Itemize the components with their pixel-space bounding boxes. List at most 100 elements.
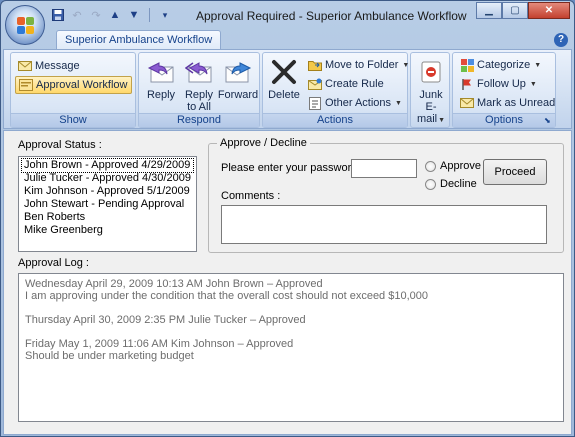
- other-actions-icon: [308, 96, 322, 110]
- customize-qat-icon[interactable]: ▾: [158, 8, 172, 22]
- dropdown-arrow-icon: ▼: [395, 99, 402, 107]
- list-item[interactable]: Kim Johnson - Approved 5/1/2009: [22, 185, 193, 198]
- radio-circle-icon: [425, 178, 436, 190]
- forward-button[interactable]: Forward: [217, 57, 259, 101]
- minimize-button[interactable]: ▁: [476, 2, 502, 19]
- title-bar: ↶ ↷ ▲ ▼ ▾ Approval Required - Superior A…: [1, 1, 574, 45]
- folder-move-icon: [308, 58, 322, 72]
- other-actions-button[interactable]: Other Actions ▼: [305, 94, 405, 112]
- junk-label-line1: Junk: [419, 89, 443, 101]
- dropdown-arrow-icon: ▼: [438, 117, 446, 124]
- envelope-icon: [18, 59, 32, 73]
- log-entry-header: Wednesday April 29, 2009 10:13 AM John B…: [25, 278, 323, 290]
- window-title: Approval Required - Superior Ambulance W…: [196, 9, 467, 23]
- list-item[interactable]: John Stewart - Pending Approval: [22, 198, 193, 211]
- approval-status-list[interactable]: John Brown - Approved 4/29/2009 Julie Tu…: [18, 156, 197, 252]
- create-rule-button[interactable]: Create Rule: [305, 75, 387, 93]
- proceed-button[interactable]: Proceed: [483, 159, 547, 185]
- workflow-icon: [19, 78, 33, 92]
- reply-all-label-line1: Reply: [184, 89, 214, 101]
- reply-all-button[interactable]: Reply to All: [181, 57, 217, 113]
- delete-label: Delete: [268, 89, 300, 101]
- qat-separator: [149, 8, 150, 22]
- approval-log-area[interactable]: Wednesday April 29, 2009 10:13 AM John B…: [18, 273, 564, 422]
- log-spacer: [25, 302, 557, 314]
- quick-access-toolbar: ↶ ↷ ▲ ▼ ▾: [51, 8, 172, 22]
- window-controls: ▁ ▢ ✕: [476, 2, 570, 19]
- categorize-icon: [460, 58, 474, 72]
- group-show-label: Show: [11, 113, 135, 127]
- message-label: Message: [35, 60, 80, 72]
- group-actions: Delete Move to Folder ▼ Create Rule Othe…: [262, 52, 409, 128]
- follow-up-button[interactable]: Follow Up ▼: [457, 75, 540, 93]
- log-entry-body: Should be under marketing budget: [25, 350, 194, 362]
- office-logo-icon: [17, 17, 35, 35]
- approve-decline-legend: Approve / Decline: [217, 137, 310, 149]
- tab-superior-ambulance-workflow[interactable]: Superior Ambulance Workflow: [56, 30, 222, 50]
- approve-label: Approve: [440, 160, 481, 172]
- dropdown-arrow-icon: ▼: [529, 80, 537, 88]
- maximize-button[interactable]: ▢: [502, 2, 528, 19]
- list-item[interactable]: Mike Greenberg: [22, 224, 193, 237]
- decline-label: Decline: [440, 178, 477, 190]
- group-show: Message Approval Workflow Show: [10, 52, 136, 128]
- log-entry-header: Friday May 1, 2009 11:06 AM Kim Johnson …: [25, 338, 294, 350]
- junk-email-icon: [416, 57, 446, 87]
- minimize-icon: ▁: [485, 5, 493, 16]
- list-item[interactable]: Ben Roberts: [22, 211, 193, 224]
- reply-icon: [146, 57, 176, 87]
- radio-circle-icon: [425, 160, 436, 172]
- form-content: Approval Status : John Brown - Approved …: [3, 130, 572, 435]
- comments-field[interactable]: [221, 205, 547, 244]
- close-icon: ✕: [544, 5, 554, 16]
- decline-radio[interactable]: Decline: [425, 178, 477, 190]
- junk-email-label: E-mail: [416, 101, 438, 125]
- approval-status-label: Approval Status :: [18, 139, 102, 151]
- group-options-label: Options: [453, 113, 555, 127]
- junk-email-button[interactable]: Junk E-mail▼: [413, 57, 449, 127]
- save-icon[interactable]: [51, 8, 65, 22]
- junk-label-line2: E-mail▼: [413, 101, 449, 127]
- password-input[interactable]: [351, 159, 417, 178]
- reply-label: Reply: [146, 89, 176, 101]
- group-respond-label: Respond: [139, 113, 259, 127]
- dropdown-arrow-icon: ▼: [402, 61, 410, 69]
- approve-radio[interactable]: Approve: [425, 160, 481, 172]
- mark-unread-icon: [460, 96, 474, 110]
- help-icon[interactable]: ?: [554, 33, 568, 47]
- log-entry-header: Thursday April 30, 2009 2:35 PM Julie Tu…: [25, 314, 306, 326]
- approval-workflow-button[interactable]: Approval Workflow: [15, 76, 132, 94]
- comments-label: Comments :: [221, 190, 281, 202]
- ribbon: Message Approval Workflow Show Reply Rep…: [3, 49, 572, 129]
- office-button[interactable]: [5, 5, 45, 45]
- rule-icon: [308, 77, 322, 91]
- ribbon-tab-row: Superior Ambulance Workflow ?: [1, 30, 574, 50]
- log-spacer: [25, 326, 557, 338]
- create-rule-label: Create Rule: [325, 78, 384, 90]
- categorize-button[interactable]: Categorize ▼: [457, 56, 544, 74]
- categorize-label: Categorize: [477, 59, 531, 71]
- move-to-folder-button[interactable]: Move to Folder ▼: [305, 56, 412, 74]
- mark-unread-label: Mark as Unread: [477, 97, 556, 109]
- follow-up-label: Follow Up: [477, 78, 526, 90]
- redo-icon[interactable]: ↷: [89, 8, 103, 22]
- reply-button[interactable]: Reply: [143, 57, 179, 101]
- maximize-icon: ▢: [510, 5, 520, 16]
- down-arrow-icon[interactable]: ▼: [127, 8, 141, 22]
- group-actions-label: Actions: [263, 113, 407, 127]
- delete-button[interactable]: Delete: [267, 57, 301, 101]
- up-arrow-icon[interactable]: ▲: [108, 8, 122, 22]
- undo-icon[interactable]: ↶: [70, 8, 84, 22]
- reply-all-label-line2: to All: [187, 101, 211, 113]
- list-item[interactable]: John Brown - Approved 4/29/2009: [21, 158, 194, 173]
- approve-decline-group: Approve / Decline Please enter your pass…: [208, 137, 564, 253]
- dialog-launcher-icon[interactable]: ⬊: [544, 116, 553, 125]
- close-button[interactable]: ✕: [528, 2, 570, 19]
- forward-label: Forward: [217, 89, 259, 101]
- message-button[interactable]: Message: [15, 57, 83, 75]
- log-entry-body: I am approving under the condition that …: [25, 290, 428, 302]
- flag-icon: [460, 77, 474, 91]
- group-options: Categorize ▼ Follow Up ▼ Mark as Unread …: [452, 52, 556, 128]
- mark-unread-button[interactable]: Mark as Unread: [457, 94, 558, 112]
- list-item[interactable]: Julie Tucker - Approved 4/30/2009: [22, 172, 193, 185]
